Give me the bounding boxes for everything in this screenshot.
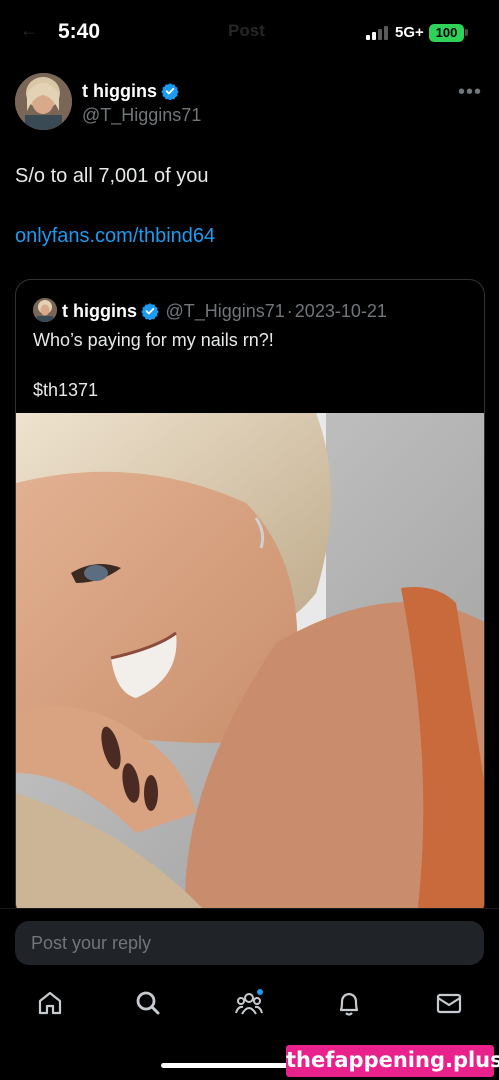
post-link[interactable]: onlyfans.com/thbind64 (15, 225, 215, 248)
back-arrow-icon[interactable]: ← (20, 20, 38, 41)
more-options-icon[interactable]: ••• (458, 81, 482, 104)
quoted-text: Who’s paying for my nails rn?! (33, 330, 274, 350)
avatar[interactable] (15, 73, 72, 130)
quoted-post-header: t higgins @T_Higgins71 · 2023-10-21 (33, 298, 387, 322)
separator: · (286, 301, 293, 321)
bottom-tab-bar (0, 978, 499, 1038)
status-bar: ← Post 5:40 5G+ 100 (0, 0, 499, 66)
bell-icon[interactable] (334, 988, 364, 1018)
watermark: thefappening.plus (286, 1045, 499, 1077)
search-icon[interactable] (133, 988, 163, 1018)
battery-tip (465, 29, 468, 36)
verified-badge-icon (141, 303, 159, 320)
communities-icon[interactable] (234, 988, 264, 1018)
post-author: t higgins @T_Higgins71 ••• (15, 73, 485, 133)
reply-input[interactable]: Post your reply (15, 921, 484, 965)
quoted-date: 2023-10-21 (294, 301, 387, 321)
quoted-avatar (33, 298, 57, 322)
quoted-author-name: t higgins (62, 301, 137, 321)
author-name[interactable]: t higgins (82, 81, 179, 102)
network-type: 5G+ (395, 24, 424, 41)
quoted-post[interactable]: t higgins @T_Higgins71 · 2023-10-21 Who’s … (15, 279, 485, 919)
status-time: 5:40 (58, 20, 101, 43)
reply-placeholder: Post your reply (31, 933, 152, 953)
post-text: S/o to all 7,001 of you (15, 165, 209, 187)
quoted-tag: $th1371 (33, 380, 99, 400)
header-title: Post (228, 21, 265, 40)
cellular-signal-icon (366, 26, 390, 40)
quoted-author-handle: @T_Higgins71 (165, 301, 285, 321)
author-handle[interactable]: @T_Higgins71 (82, 105, 201, 126)
mail-icon[interactable] (434, 988, 464, 1018)
quoted-photo[interactable] (16, 413, 484, 918)
battery-icon: 100 (429, 24, 464, 42)
home-icon[interactable] (35, 988, 65, 1018)
verified-badge-icon (161, 83, 179, 100)
